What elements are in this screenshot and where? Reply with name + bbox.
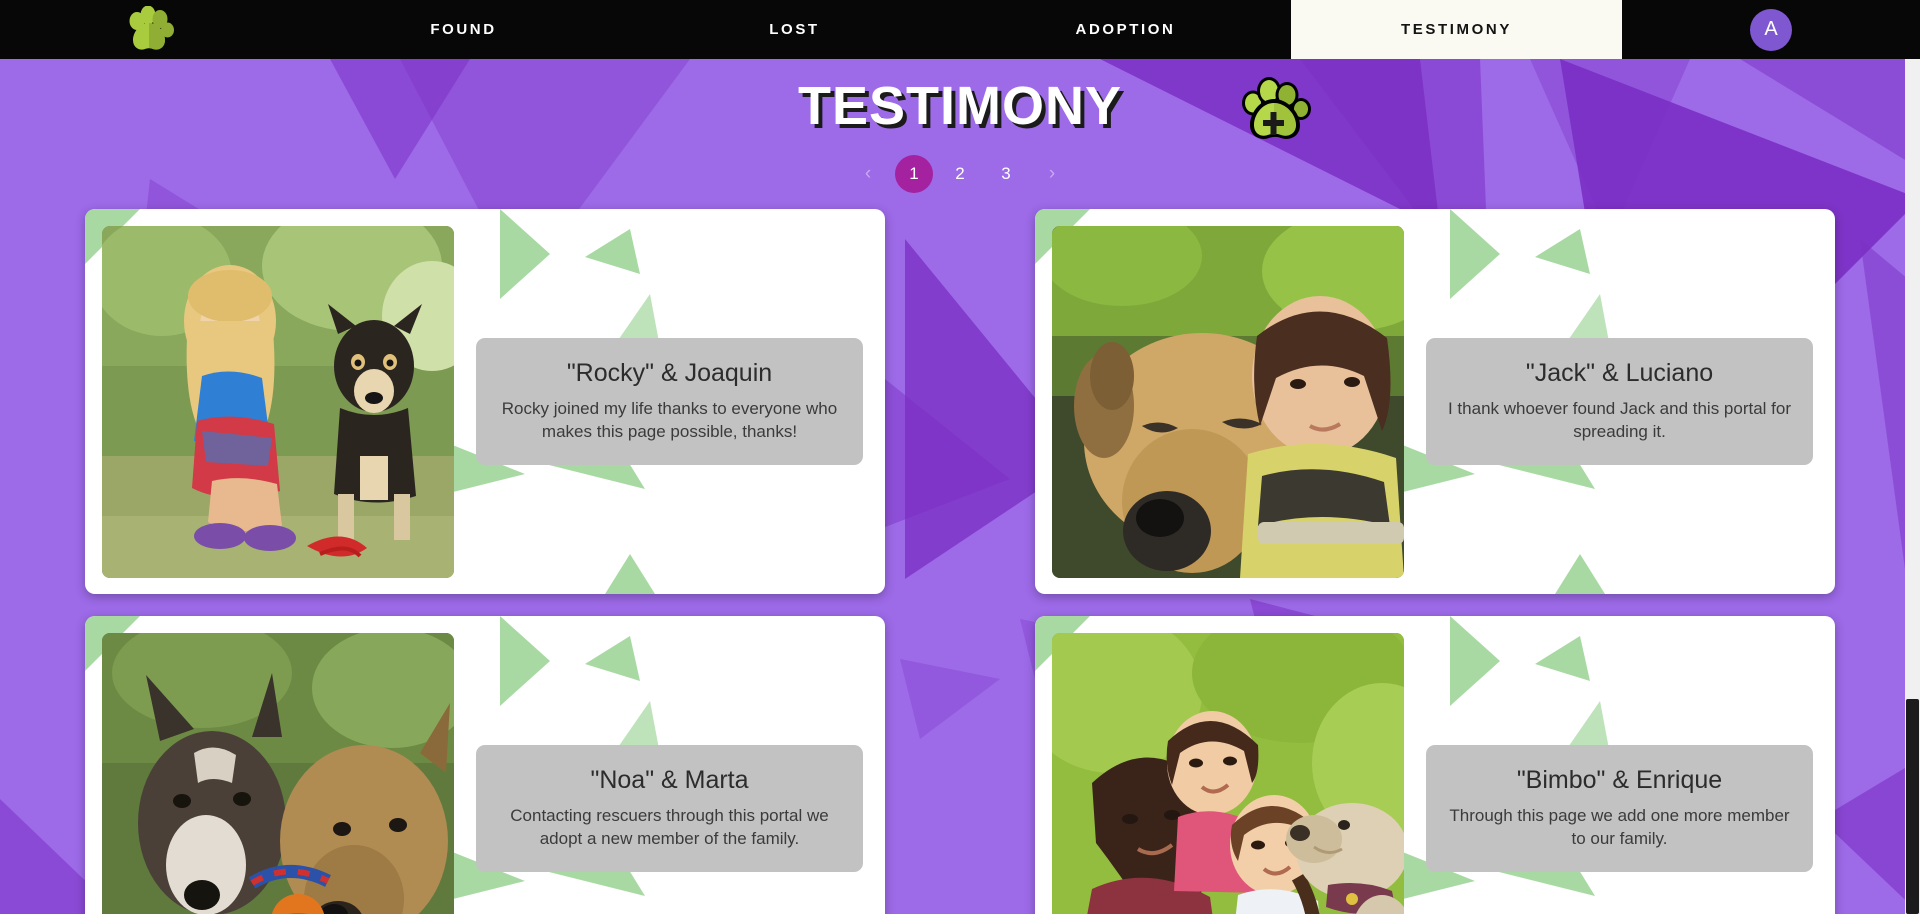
- testimonial-photo: [1052, 633, 1404, 914]
- pagination-label: 3: [1001, 164, 1011, 183]
- testimonial-text: I thank whoever found Jack and this port…: [1447, 398, 1792, 441]
- testimonial-card[interactable]: "Bimbo" & Enrique Through this page we a…: [1035, 616, 1835, 914]
- avatar-initial: A: [1764, 18, 1778, 40]
- testimonial-body: "Rocky" & Joaquin Rocky joined my life t…: [454, 209, 885, 594]
- chevron-left-icon: ‹: [864, 163, 872, 184]
- site-logo[interactable]: [0, 0, 298, 59]
- paw-plus-icon: [1236, 75, 1314, 152]
- title-row: TESTIMONY: [0, 75, 1920, 139]
- quote-box: "Rocky" & Joaquin Rocky joined my life t…: [476, 337, 863, 466]
- pagination-page-1[interactable]: 1: [895, 155, 933, 193]
- paw-logo-icon: [122, 5, 176, 54]
- quote-box: "Bimbo" & Enrique Through this page we a…: [1426, 744, 1813, 873]
- chevron-right-icon: ›: [1048, 163, 1056, 184]
- testimonial-body: "Bimbo" & Enrique Through this page we a…: [1404, 616, 1835, 914]
- nav-label: TESTIMONY: [1401, 21, 1512, 38]
- top-navbar: FOUND LOST ADOPTION TESTIMONY A: [0, 0, 1920, 59]
- nav-item-adoption[interactable]: ADOPTION: [960, 0, 1291, 59]
- pagination-label: 1: [909, 164, 919, 183]
- nav-item-testimony[interactable]: TESTIMONY: [1291, 0, 1622, 59]
- testimonial-photo: [1052, 226, 1404, 578]
- testimonial-name: "Noa" & Marta: [590, 765, 749, 794]
- testimonial-card[interactable]: "Rocky" & Joaquin Rocky joined my life t…: [85, 209, 885, 594]
- page-title: TESTIMONY: [797, 76, 1122, 136]
- testimonial-text: Rocky joined my life thanks to everyone …: [501, 398, 838, 441]
- pagination-page-2[interactable]: 2: [941, 155, 979, 193]
- quote-box: "Noa" & Marta Contacting rescuers throug…: [476, 744, 863, 873]
- scrollbar-thumb[interactable]: [1906, 699, 1919, 914]
- page-content: TESTIMONY ‹ 1 2 3 › "Rocky" & Joaquin Ro…: [0, 59, 1920, 914]
- testimonial-text: Contacting rescuers through this portal …: [510, 805, 829, 848]
- testimonial-grid: "Rocky" & Joaquin Rocky joined my life t…: [0, 209, 1920, 914]
- nav-item-lost[interactable]: LOST: [629, 0, 960, 59]
- pagination-next[interactable]: ›: [1033, 155, 1071, 193]
- quote-box: "Jack" & Luciano I thank whoever found J…: [1426, 337, 1813, 466]
- nav-label: FOUND: [430, 21, 497, 38]
- testimonial-photo: [102, 226, 454, 578]
- nav-links: FOUND LOST ADOPTION TESTIMONY: [298, 0, 1622, 59]
- testimonial-text: Through this page we add one more member…: [1449, 805, 1790, 848]
- pagination-prev[interactable]: ‹: [849, 155, 887, 193]
- nav-right: A: [1622, 0, 1920, 59]
- testimonial-card[interactable]: "Jack" & Luciano I thank whoever found J…: [1035, 209, 1835, 594]
- pagination: ‹ 1 2 3 ›: [845, 155, 1075, 193]
- nav-label: ADOPTION: [1075, 21, 1176, 38]
- pagination-page-3[interactable]: 3: [987, 155, 1025, 193]
- app-root: FOUND LOST ADOPTION TESTIMONY A TESTIMON…: [0, 0, 1920, 914]
- nav-item-found[interactable]: FOUND: [298, 0, 629, 59]
- nav-label: LOST: [769, 21, 820, 38]
- testimonial-name: "Bimbo" & Enrique: [1516, 765, 1723, 794]
- testimonial-body: "Jack" & Luciano I thank whoever found J…: [1404, 209, 1835, 594]
- testimonial-photo: [102, 633, 454, 914]
- page-scrollbar[interactable]: [1905, 59, 1920, 914]
- testimonial-body: "Noa" & Marta Contacting rescuers throug…: [454, 616, 885, 914]
- pagination-label: 2: [955, 164, 965, 183]
- page-header: TESTIMONY ‹ 1 2 3 ›: [0, 59, 1920, 193]
- testimonial-card[interactable]: "Noa" & Marta Contacting rescuers throug…: [85, 616, 885, 914]
- testimonial-name: "Rocky" & Joaquin: [566, 358, 773, 387]
- testimonial-name: "Jack" & Luciano: [1525, 358, 1714, 387]
- avatar[interactable]: A: [1750, 8, 1792, 51]
